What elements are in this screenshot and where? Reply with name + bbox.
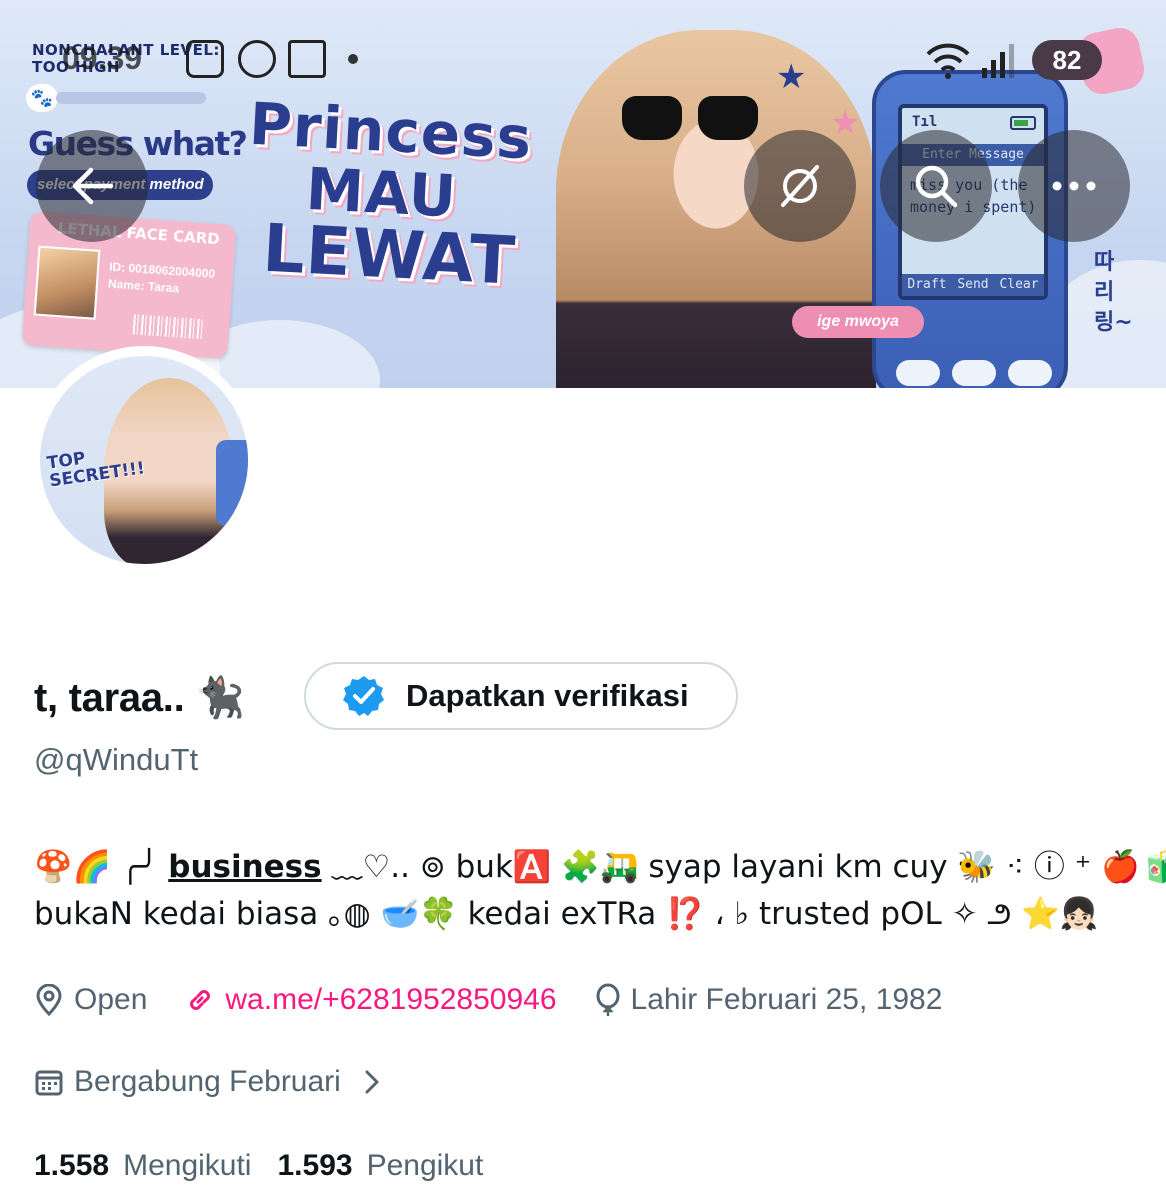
get-verified-button[interactable]: Dapatkan verifikasi bbox=[304, 662, 738, 730]
gift-box-icon bbox=[288, 40, 326, 78]
phone-key bbox=[952, 360, 996, 386]
bio-line-1: 🍄🌈 ╭╯ business ﹏♡.. ⊚ buk🅰️ 🧩🛺 syap laya… bbox=[34, 849, 1166, 885]
profile-meta-row: Open wa.me/+6281952850946 Lahir Februari… bbox=[34, 976, 980, 1024]
card-photo bbox=[33, 245, 101, 320]
calendar-icon bbox=[35, 1070, 63, 1096]
more-icon bbox=[1052, 181, 1096, 191]
banner-id-card: LETHAL FACE CARD ID: 0018062004000 Name:… bbox=[21, 210, 237, 360]
back-arrow-icon bbox=[72, 167, 114, 205]
phone-key bbox=[896, 360, 940, 386]
grok-icon bbox=[781, 165, 819, 207]
phone-softkeys: Draft Send Clear bbox=[902, 274, 1044, 296]
profile-banner[interactable]: NONCHALANT LEVEL: TOO HIGH 🐾 Guess what?… bbox=[0, 0, 1166, 388]
battery-graphic-icon bbox=[1010, 116, 1036, 130]
avatar-phone-graphic bbox=[216, 440, 248, 526]
screenshot-icon bbox=[186, 40, 224, 78]
battery-icon: 82 bbox=[1032, 40, 1102, 80]
location: Open bbox=[34, 983, 147, 1017]
banner-ige-bubble: ige mwoya bbox=[792, 306, 924, 338]
status-bar: 09.39 82 bbox=[0, 0, 1166, 110]
bio-line-2: bukaN kedai biasa ｡◍ 🥣🍀 kedai exTRa ⁉️ ،… bbox=[34, 896, 1099, 932]
birth-date: Lahir Februari 25, 1982 bbox=[595, 983, 943, 1017]
follow-stats: 1.558 Mengikuti 1.593 Pengikut bbox=[34, 1142, 509, 1190]
avatar[interactable]: TOP SECRET!!! bbox=[40, 356, 248, 564]
location-text: Open bbox=[74, 983, 148, 1016]
search-icon bbox=[915, 165, 958, 208]
phone-key bbox=[1008, 360, 1052, 386]
location-pin-icon bbox=[36, 984, 62, 1016]
star-icon: ★ bbox=[830, 104, 861, 142]
followers-label[interactable]: Pengikut bbox=[367, 1149, 484, 1183]
display-name: t, taraa.. 🐈‍⬛ bbox=[34, 675, 245, 720]
user-handle: @qWinduTt bbox=[34, 742, 199, 777]
barcode-icon bbox=[132, 314, 206, 340]
chevron-right-icon bbox=[365, 1070, 379, 1094]
banner-korean-text: 따 리 링~ bbox=[1094, 250, 1133, 335]
display-name-row: t, taraa.. 🐈‍⬛ bbox=[34, 664, 245, 730]
bio: 🍄🌈 ╭╯ business ﹏♡.. ⊚ buk🅰️ 🧩🛺 syap laya… bbox=[34, 844, 1166, 938]
get-verified-label: Dapatkan verifikasi bbox=[406, 678, 689, 713]
card-details: ID: 0018062004000 Name: Taraa bbox=[107, 259, 216, 296]
website-link[interactable]: wa.me/+6281952850946 bbox=[185, 983, 557, 1017]
following-count[interactable]: 1.558 bbox=[34, 1149, 109, 1183]
notification-dot-icon bbox=[348, 54, 358, 64]
owl-icon bbox=[238, 40, 276, 78]
wifi-icon bbox=[926, 43, 970, 79]
website-text: wa.me/+6281952850946 bbox=[225, 983, 557, 1016]
followers-count[interactable]: 1.593 bbox=[277, 1149, 352, 1183]
link-icon bbox=[190, 990, 211, 1010]
cellular-signal-icon bbox=[982, 44, 1014, 78]
back-button[interactable] bbox=[36, 130, 148, 242]
banner-princess-text: Princess MAU LEWAT bbox=[247, 89, 534, 300]
signal-icon: Tıl bbox=[912, 114, 938, 130]
status-time: 09.39 bbox=[62, 40, 143, 76]
bio-business-text: business bbox=[168, 849, 322, 885]
joined-date-text: Bergabung Februari bbox=[74, 1065, 341, 1098]
following-label[interactable]: Mengikuti bbox=[123, 1149, 251, 1183]
birth-date-text: Lahir Februari 25, 1982 bbox=[630, 983, 943, 1016]
more-button[interactable] bbox=[1018, 130, 1130, 242]
joined-date[interactable]: Bergabung Februari bbox=[34, 1058, 383, 1106]
grok-button[interactable] bbox=[744, 130, 856, 242]
balloon-icon bbox=[596, 983, 620, 1016]
search-button[interactable] bbox=[880, 130, 992, 242]
verified-badge-icon bbox=[343, 676, 384, 716]
